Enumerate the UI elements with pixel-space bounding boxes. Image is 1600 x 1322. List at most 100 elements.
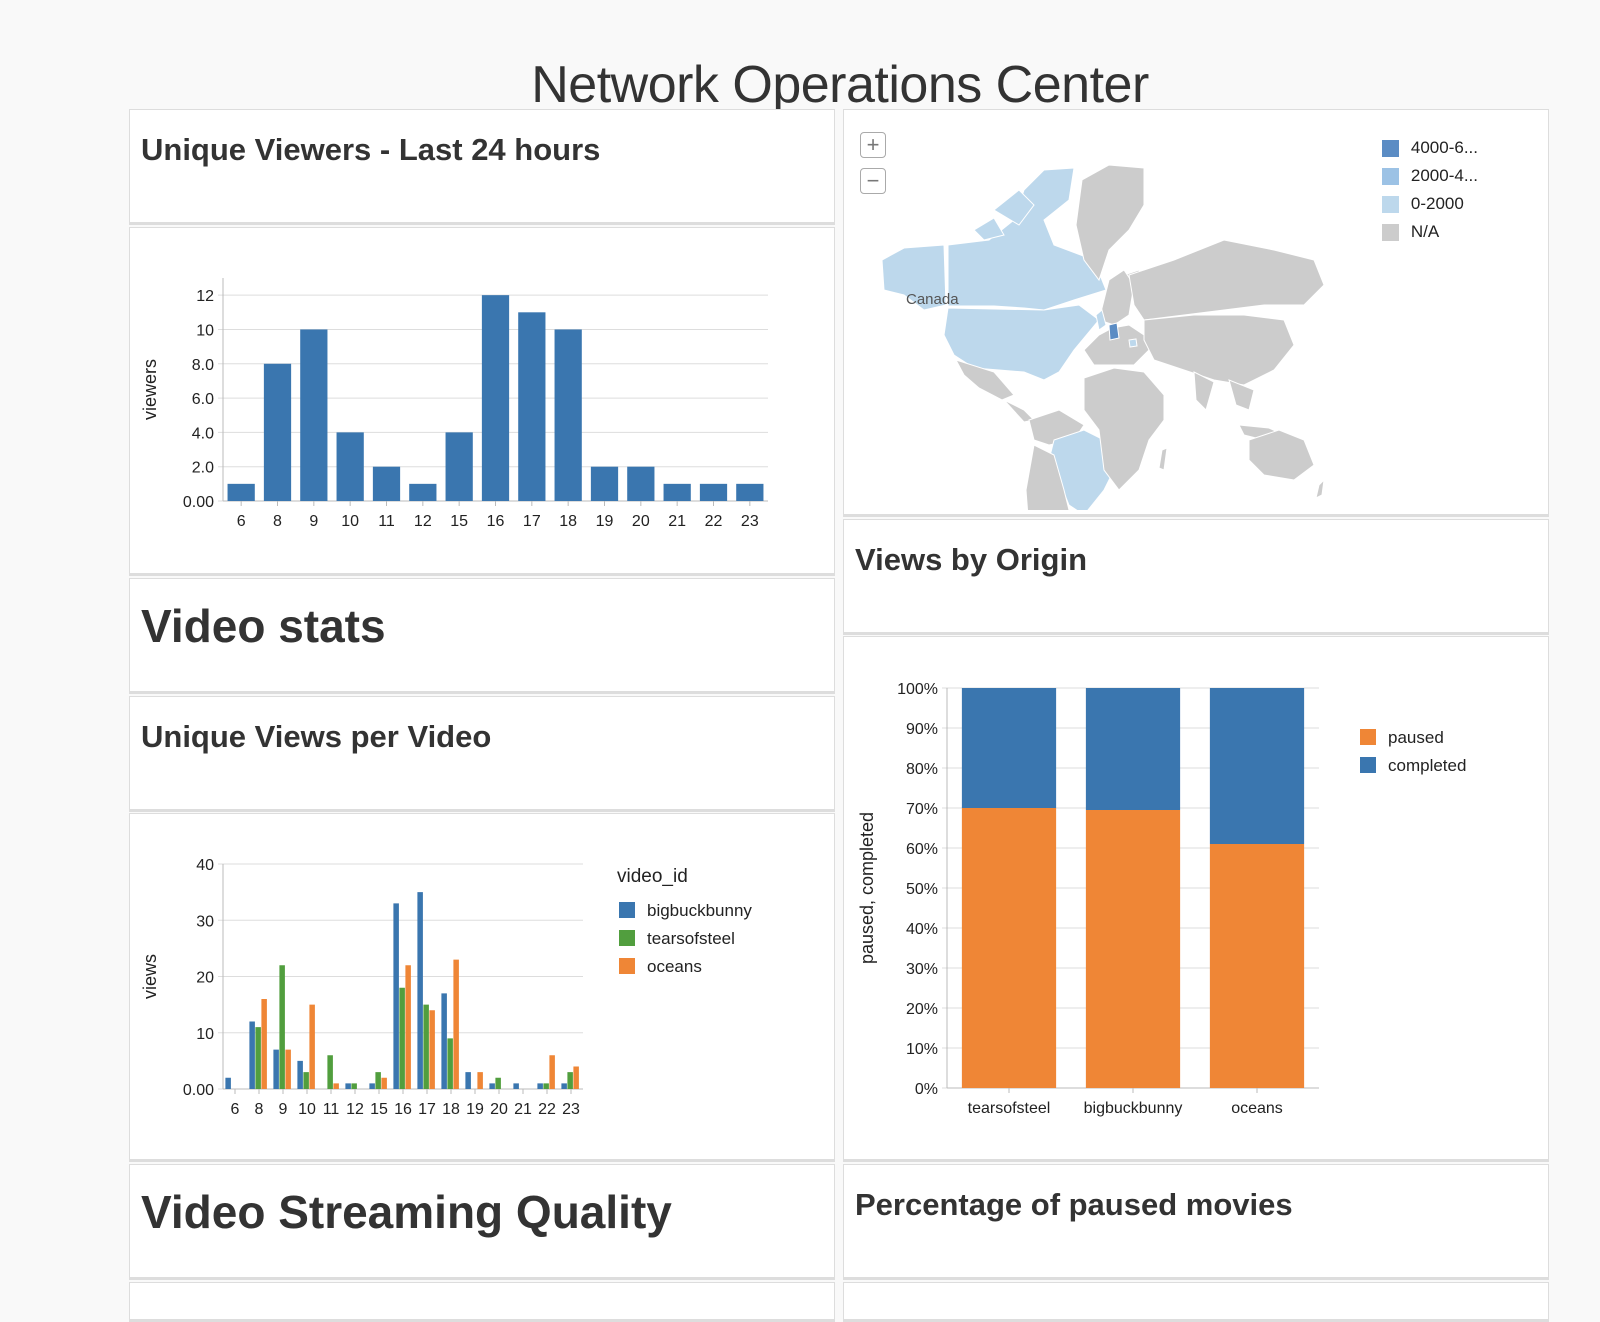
bar xyxy=(481,295,510,501)
bar-paused xyxy=(961,808,1057,1088)
bar-tearsofsteel xyxy=(399,987,405,1089)
paused-pct-panel: Percentage of paused movies xyxy=(843,1164,1549,1280)
legend-swatch xyxy=(1360,729,1376,745)
bar-oceans xyxy=(549,1055,555,1089)
map-legend-item: 0-2000 xyxy=(1381,190,1478,218)
y-tick-label: 10 xyxy=(196,1026,214,1043)
y-tick-label: 100% xyxy=(897,681,938,698)
y-axis-title: paused, completed xyxy=(857,812,877,964)
x-tick-label: 6 xyxy=(237,513,246,530)
bar-oceans xyxy=(405,965,411,1089)
map-legend-swatch xyxy=(1381,223,1399,241)
map-country-label: Canada xyxy=(906,291,959,308)
bar xyxy=(699,483,728,501)
bar-tearsofsteel xyxy=(375,1072,381,1089)
world-map-panel: + − Canada 4000-6... 2000-4... 0-2000 N/A xyxy=(843,109,1549,517)
country-madagascar[interactable] xyxy=(1158,447,1168,471)
bar xyxy=(736,483,764,501)
x-tick-label: 15 xyxy=(370,1101,388,1118)
bar-oceans xyxy=(453,959,459,1089)
bar-tearsofsteel xyxy=(423,1004,429,1089)
x-tick-label: 16 xyxy=(394,1101,412,1118)
bar xyxy=(590,466,619,501)
country-romania[interactable] xyxy=(1128,338,1138,348)
x-tick-label: 10 xyxy=(298,1101,316,1118)
country-russia[interactable] xyxy=(1128,239,1325,321)
x-tick-label: 17 xyxy=(418,1101,436,1118)
bar-tearsofsteel xyxy=(279,965,285,1089)
country-greenland[interactable] xyxy=(1075,164,1145,282)
bar-paused xyxy=(1085,810,1181,1088)
y-tick-label: 0% xyxy=(915,1081,938,1098)
bar xyxy=(409,483,437,501)
y-tick-label: 20% xyxy=(906,1001,938,1018)
country-australia[interactable] xyxy=(1248,429,1315,481)
x-tick-label: 21 xyxy=(514,1101,532,1118)
bar xyxy=(372,466,401,501)
y-axis-title: views xyxy=(140,954,160,999)
bar-bigbuckbunny xyxy=(489,1083,495,1089)
y-tick-label: 20 xyxy=(196,970,214,987)
x-tick-label: 9 xyxy=(279,1101,288,1118)
bar-tearsofsteel xyxy=(351,1083,357,1089)
x-tick-label: 6 xyxy=(231,1101,240,1118)
country-new-zealand[interactable] xyxy=(1315,478,1325,499)
map-legend-swatch xyxy=(1381,139,1399,157)
bar-oceans xyxy=(285,1049,291,1089)
x-tick-label: oceans xyxy=(1231,1100,1283,1117)
x-tick-label: tearsofsteel xyxy=(968,1100,1051,1117)
country-central-america[interactable] xyxy=(1003,399,1036,423)
right-next-panel xyxy=(843,1282,1549,1322)
bar-oceans xyxy=(381,1077,387,1089)
x-tick-label: 12 xyxy=(414,513,432,530)
bar-tearsofsteel xyxy=(447,1038,453,1089)
map-legend-label: 4000-6... xyxy=(1410,138,1478,157)
bar xyxy=(554,329,582,501)
x-tick-label: 8 xyxy=(273,513,282,530)
x-tick-label: 22 xyxy=(705,513,723,530)
bar-oceans xyxy=(477,1072,483,1089)
bar-bigbuckbunny xyxy=(369,1083,375,1089)
bar-completed xyxy=(1085,688,1181,810)
bar xyxy=(300,329,328,501)
y-tick-label: 10% xyxy=(906,1041,938,1058)
country-asia[interactable] xyxy=(1143,314,1295,386)
map-legend-swatch xyxy=(1381,195,1399,213)
views-per-video-chart-panel: 0.00 10 20 30 40 views 6 8 9 10 11 12 15 16 17 18 19 20 21… xyxy=(129,813,835,1162)
y-tick-label: 40% xyxy=(906,921,938,938)
bar-oceans xyxy=(429,1010,435,1089)
legend-title: video_id xyxy=(617,866,688,887)
map-legend-label: N/A xyxy=(1410,222,1440,241)
bar-tearsofsteel xyxy=(255,1027,261,1089)
legend-swatch xyxy=(619,930,635,946)
bar xyxy=(627,466,655,501)
bar-oceans xyxy=(573,1066,579,1089)
views-by-origin-title: Views by Origin xyxy=(855,542,1088,577)
y-tick-label: 0.00 xyxy=(183,1082,214,1099)
bar xyxy=(445,432,473,501)
bar-bigbuckbunny xyxy=(393,903,399,1089)
y-tick-label: 4.0 xyxy=(192,425,214,442)
legend-label: tearsofsteel xyxy=(647,929,735,948)
unique-viewers-header-panel: Unique Viewers - Last 24 hours xyxy=(129,109,835,225)
x-tick-label: 11 xyxy=(323,1101,340,1118)
x-tick-label: 23 xyxy=(741,513,759,530)
bar-bigbuckbunny xyxy=(417,892,423,1089)
paused-chart-panel: 0% 10% 20% 30% 40% 50% 60% 70% 80% 90% 100% paused,… xyxy=(843,636,1549,1162)
video-streaming-quality-title: Video Streaming Quality xyxy=(141,1186,672,1238)
y-tick-label: 0.00 xyxy=(183,494,214,511)
map-countries[interactable] xyxy=(881,164,1325,510)
legend-label: bigbuckbunny xyxy=(647,901,752,920)
x-tick-label: 18 xyxy=(442,1101,460,1118)
bar-completed xyxy=(1209,688,1305,844)
x-tick-label: 20 xyxy=(490,1101,508,1118)
unique-viewers-chart-panel: 0.00 2.0 4.0 6.0 8.0 10 12 viewers 6 8 9 10 11 12 15 16… xyxy=(129,227,835,576)
y-tick-label: 30% xyxy=(906,961,938,978)
y-tick-label: 2.0 xyxy=(192,460,214,477)
y-tick-label: 10 xyxy=(196,322,214,339)
country-germany[interactable] xyxy=(1108,322,1120,341)
bar xyxy=(518,312,546,501)
paused-pct-title: Percentage of paused movies xyxy=(855,1187,1293,1222)
legend-swatch xyxy=(619,958,635,974)
y-tick-label: 50% xyxy=(906,881,938,898)
